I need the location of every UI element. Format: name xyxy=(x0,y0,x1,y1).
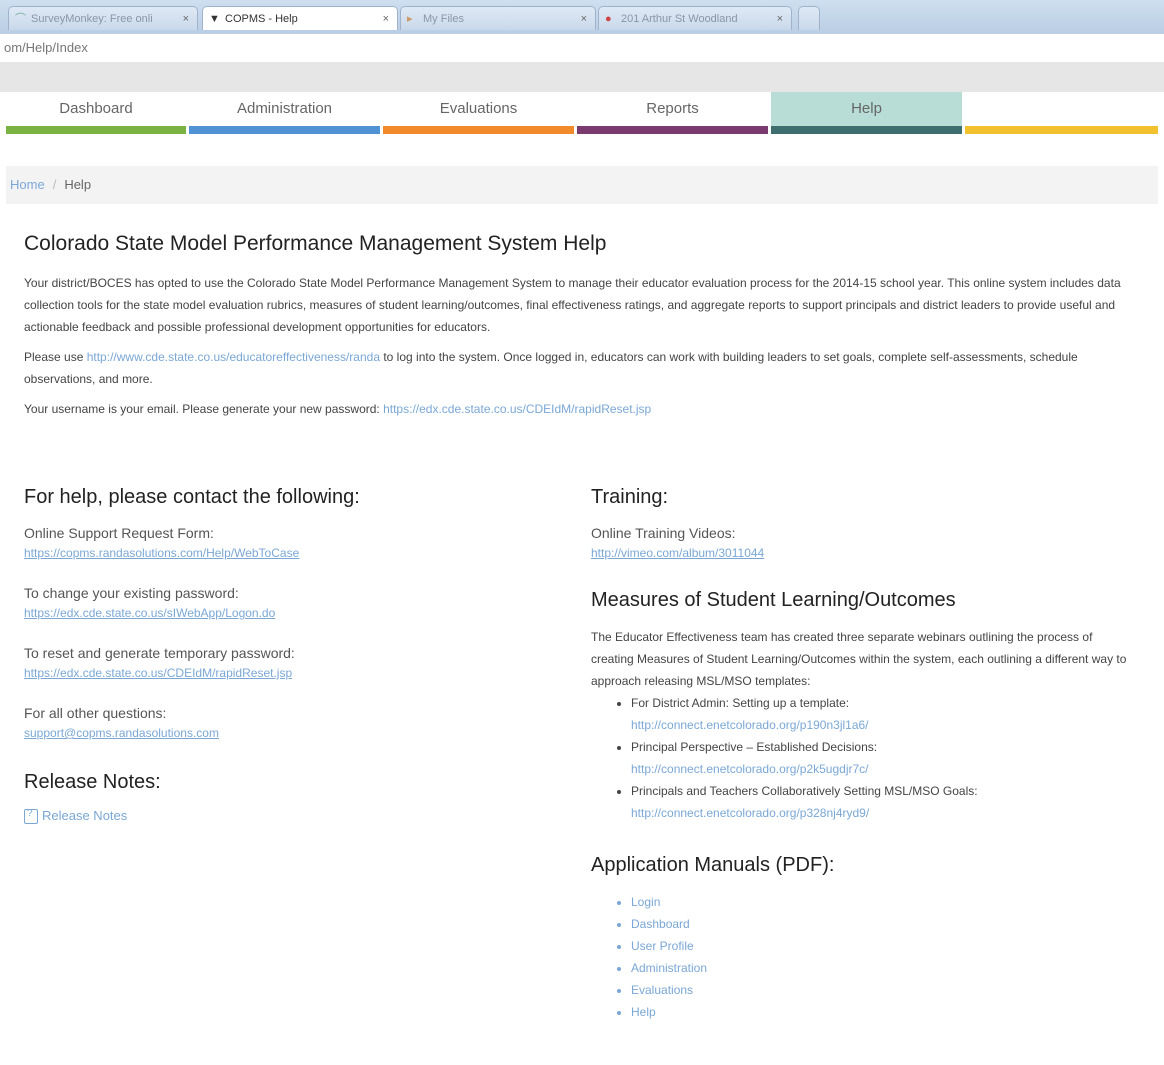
manuals-list: Login Dashboard User Profile Administrat… xyxy=(591,891,1131,1023)
breadcrumb-separator: / xyxy=(52,177,57,192)
msl-text: The Educator Effectiveness team has crea… xyxy=(591,630,1127,688)
msl-webinar-list: For District Admin: Setting up a templat… xyxy=(591,692,1131,824)
webinar-link[interactable]: http://connect.enetcolorado.org/p190n3jl… xyxy=(631,718,869,732)
close-icon[interactable]: × xyxy=(183,7,189,30)
copms-icon: ▼ xyxy=(209,13,220,25)
support-email-link[interactable]: support@copms.randasolutions.com xyxy=(24,726,219,740)
nav-evaluations[interactable]: Evaluations xyxy=(383,92,574,134)
help-item-label: To reset and generate temporary password… xyxy=(24,645,295,661)
address-url: om/Help/Index xyxy=(4,40,88,55)
nav-color-bar xyxy=(577,126,768,134)
change-password-link[interactable]: https://edx.cde.state.co.us/sIWebApp/Log… xyxy=(24,606,275,620)
webinar-link[interactable]: http://connect.enetcolorado.org/p328nj4r… xyxy=(631,806,869,820)
help-document-icon xyxy=(24,808,38,825)
list-item: For District Admin: Setting up a templat… xyxy=(631,692,1131,736)
login-paragraph: Please use http://www.cde.state.co.us/ed… xyxy=(24,350,1078,386)
manual-link-login[interactable]: Login xyxy=(631,891,1131,913)
help-item: To reset and generate temporary password… xyxy=(24,643,564,683)
address-bar[interactable]: om/Help/Index xyxy=(0,34,1164,62)
help-item-label: For all other questions: xyxy=(24,705,167,721)
release-notes-title: Release Notes: xyxy=(24,771,161,793)
new-tab-button[interactable] xyxy=(798,6,820,30)
password-reset-link[interactable]: https://edx.cde.state.co.us/CDEIdM/rapid… xyxy=(383,402,651,416)
manual-link-help[interactable]: Help xyxy=(631,1001,1131,1023)
browser-tab-map[interactable]: ● 201 Arthur St Woodland × xyxy=(598,6,792,30)
browser-tab-my-files[interactable]: ▸ My Files × xyxy=(400,6,596,30)
manual-link-dashboard[interactable]: Dashboard xyxy=(631,913,1131,935)
training-videos-link[interactable]: http://vimeo.com/album/3011044 xyxy=(591,546,764,560)
nav-dashboard[interactable]: Dashboard xyxy=(6,92,186,134)
manual-link-administration[interactable]: Administration xyxy=(631,957,1131,979)
list-item: Principals and Teachers Collaboratively … xyxy=(631,780,1131,824)
main-content: Colorado State Model Performance Managem… xyxy=(24,232,1134,428)
help-item: Online Support Request Form: https://cop… xyxy=(24,523,564,563)
breadcrumb-home[interactable]: Home xyxy=(10,177,45,192)
webinar-link[interactable]: http://connect.enetcolorado.org/p2k5ugdj… xyxy=(631,762,869,776)
login-link[interactable]: http://www.cde.state.co.us/educatoreffec… xyxy=(87,350,380,364)
reset-password-link[interactable]: https://edx.cde.state.co.us/CDEIdM/rapid… xyxy=(24,666,292,680)
manuals-title: Application Manuals (PDF): xyxy=(591,854,835,876)
intro-paragraph: Your district/BOCES has opted to use the… xyxy=(24,276,1121,334)
nav-color-bar xyxy=(383,126,574,134)
browser-tab-surveymonkey[interactable]: ⌒ SurveyMonkey: Free onli × xyxy=(8,6,198,30)
training-label: Online Training Videos: xyxy=(591,525,736,541)
page-title: Colorado State Model Performance Managem… xyxy=(24,232,607,255)
msl-title: Measures of Student Learning/Outcomes xyxy=(591,589,956,611)
map-icon: ● xyxy=(605,13,612,25)
files-icon: ▸ xyxy=(407,13,413,25)
close-icon[interactable]: × xyxy=(777,7,783,30)
list-item: Principal Perspective – Established Deci… xyxy=(631,736,1131,780)
release-notes-link[interactable]: Release Notes xyxy=(24,808,564,825)
help-contacts-title: For help, please contact the following: xyxy=(24,486,360,508)
browser-tab-copms-help[interactable]: ▼ COPMS - Help × xyxy=(202,6,398,30)
main-nav: Dashboard Administration Evaluations Rep… xyxy=(6,92,1158,136)
training-title: Training: xyxy=(591,486,669,508)
help-contacts-section: For help, please contact the following: … xyxy=(24,486,564,825)
breadcrumb-current: Help xyxy=(64,177,92,192)
browser-tab-bar: ⌒ SurveyMonkey: Free onli × ▼ COPMS - He… xyxy=(0,0,1164,34)
nav-color-bar xyxy=(6,126,186,134)
nav-administration[interactable]: Administration xyxy=(189,92,380,134)
manual-link-user-profile[interactable]: User Profile xyxy=(631,935,1131,957)
close-icon[interactable]: × xyxy=(383,7,389,30)
nav-reports[interactable]: Reports xyxy=(577,92,768,134)
toolbar-strip xyxy=(0,62,1164,92)
training-item: Online Training Videos: http://vimeo.com… xyxy=(591,523,1131,563)
username-paragraph: Your username is your email. Please gene… xyxy=(24,402,652,416)
support-request-link[interactable]: https://copms.randasolutions.com/Help/We… xyxy=(24,546,299,560)
help-item-label: To change your existing password: xyxy=(24,585,239,601)
close-icon[interactable]: × xyxy=(581,7,587,30)
nav-extra xyxy=(965,92,1158,134)
nav-color-bar xyxy=(965,126,1158,134)
manual-link-evaluations[interactable]: Evaluations xyxy=(631,979,1131,1001)
help-item: For all other questions: support@copms.r… xyxy=(24,703,564,743)
help-item-label: Online Support Request Form: xyxy=(24,525,214,541)
breadcrumb: Home / Help xyxy=(6,166,1158,204)
resources-section: Training: Online Training Videos: http:/… xyxy=(591,486,1131,1023)
nav-color-bar xyxy=(771,126,962,134)
nav-color-bar xyxy=(189,126,380,134)
nav-help[interactable]: Help xyxy=(771,92,962,134)
help-item: To change your existing password: https:… xyxy=(24,583,564,623)
surveymonkey-icon: ⌒ xyxy=(15,13,26,25)
